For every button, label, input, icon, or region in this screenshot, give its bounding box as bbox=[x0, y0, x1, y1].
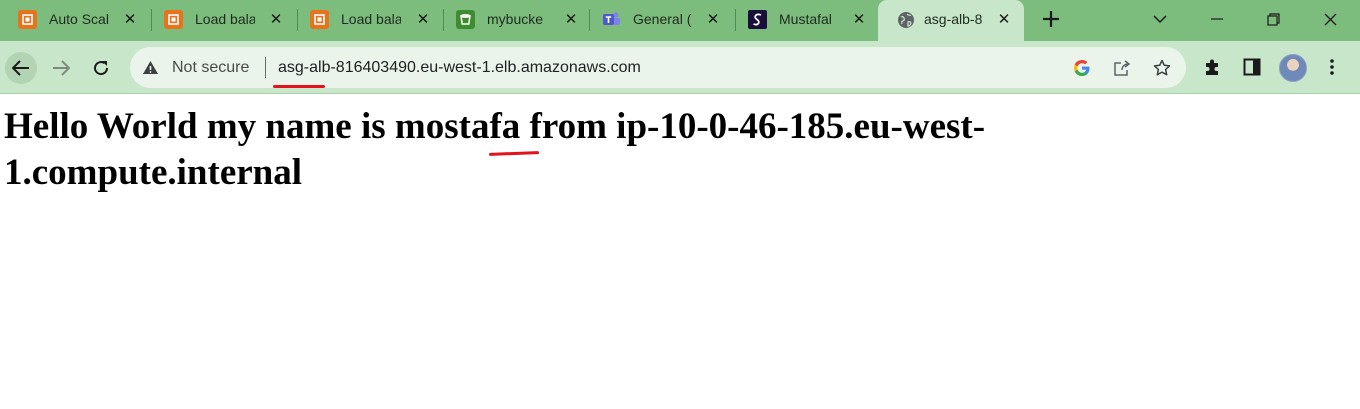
security-label[interactable]: Not secure bbox=[172, 59, 249, 77]
reload-button[interactable] bbox=[85, 52, 117, 84]
aws-ec2-icon bbox=[18, 10, 37, 29]
aws-s3-bucket-icon bbox=[456, 10, 475, 29]
close-icon[interactable]: ✕ bbox=[704, 10, 722, 28]
share-icon[interactable] bbox=[1112, 58, 1132, 78]
page-content: Hello World my name is mostafa from ip-1… bbox=[0, 94, 1360, 409]
tab-search-chevron-down-icon[interactable] bbox=[1148, 7, 1172, 31]
omnibox-divider bbox=[265, 57, 266, 78]
tab-asg-alb-active[interactable]: asg-alb-8 ✕ bbox=[878, 0, 1024, 41]
globe-icon bbox=[896, 10, 915, 29]
heading-line-2: 1.compute.internal bbox=[4, 152, 303, 193]
tab-title: Load bala bbox=[195, 11, 255, 27]
more-options-kebab-icon[interactable] bbox=[1320, 55, 1344, 79]
tab-load-balancer-2[interactable]: Load bala ✕ bbox=[292, 0, 444, 39]
restore-icon[interactable] bbox=[1261, 7, 1285, 31]
close-icon[interactable]: ✕ bbox=[995, 10, 1013, 28]
url-text[interactable]: asg-alb-816403490.eu-west-1.elb.amazonaw… bbox=[278, 59, 641, 77]
close-icon[interactable]: ✕ bbox=[121, 10, 139, 28]
extensions-puzzle-icon[interactable] bbox=[1201, 55, 1225, 79]
app-logo-icon bbox=[748, 10, 767, 29]
tab-auto-scaling[interactable]: Auto Scal ✕ bbox=[0, 0, 152, 39]
tab-mustafa[interactable]: Mustafal ✕ bbox=[730, 0, 878, 39]
google-lens-icon[interactable] bbox=[1072, 58, 1092, 78]
new-tab-button[interactable] bbox=[1039, 7, 1063, 31]
close-icon[interactable]: ✕ bbox=[267, 10, 285, 28]
tab-title: mybucke bbox=[487, 11, 544, 27]
red-underline-annotation bbox=[273, 85, 325, 88]
close-icon[interactable]: ✕ bbox=[850, 10, 868, 28]
side-panel-icon[interactable] bbox=[1240, 55, 1264, 79]
warning-triangle-icon[interactable] bbox=[142, 59, 159, 76]
window-close-icon[interactable] bbox=[1318, 7, 1342, 31]
close-icon[interactable]: ✕ bbox=[562, 10, 580, 28]
tab-title: Auto Scal bbox=[49, 11, 109, 27]
tab-strip: Auto Scal ✕ Load bala ✕ Load bala ✕ mybu… bbox=[0, 0, 1360, 41]
browser-toolbar: Not secure asg-alb-816403490.eu-west-1.e… bbox=[0, 41, 1360, 94]
aws-ec2-icon bbox=[164, 10, 183, 29]
teams-icon bbox=[602, 10, 621, 29]
tab-s3-bucket[interactable]: mybucke ✕ bbox=[438, 0, 590, 39]
tab-title: Load bala bbox=[341, 11, 401, 27]
tab-title: asg-alb-8 bbox=[924, 11, 983, 27]
page-heading: Hello World my name is mostafa from ip-1… bbox=[4, 104, 1104, 196]
aws-ec2-icon bbox=[310, 10, 329, 29]
address-bar[interactable]: Not secure asg-alb-816403490.eu-west-1.e… bbox=[130, 47, 1186, 88]
heading-line-1: Hello World my name is mostafa from ip-1… bbox=[4, 106, 986, 147]
forward-button[interactable] bbox=[45, 52, 77, 84]
tab-load-balancer-1[interactable]: Load bala ✕ bbox=[146, 0, 298, 39]
tab-title: General ( bbox=[633, 11, 691, 27]
minimize-icon[interactable] bbox=[1205, 7, 1229, 31]
tab-teams-general[interactable]: General ( ✕ bbox=[584, 0, 736, 39]
tab-title: Mustafal bbox=[779, 11, 832, 27]
back-button[interactable] bbox=[5, 52, 37, 84]
bookmark-star-icon[interactable] bbox=[1152, 58, 1172, 78]
profile-avatar[interactable] bbox=[1279, 54, 1307, 82]
close-icon[interactable]: ✕ bbox=[414, 10, 432, 28]
